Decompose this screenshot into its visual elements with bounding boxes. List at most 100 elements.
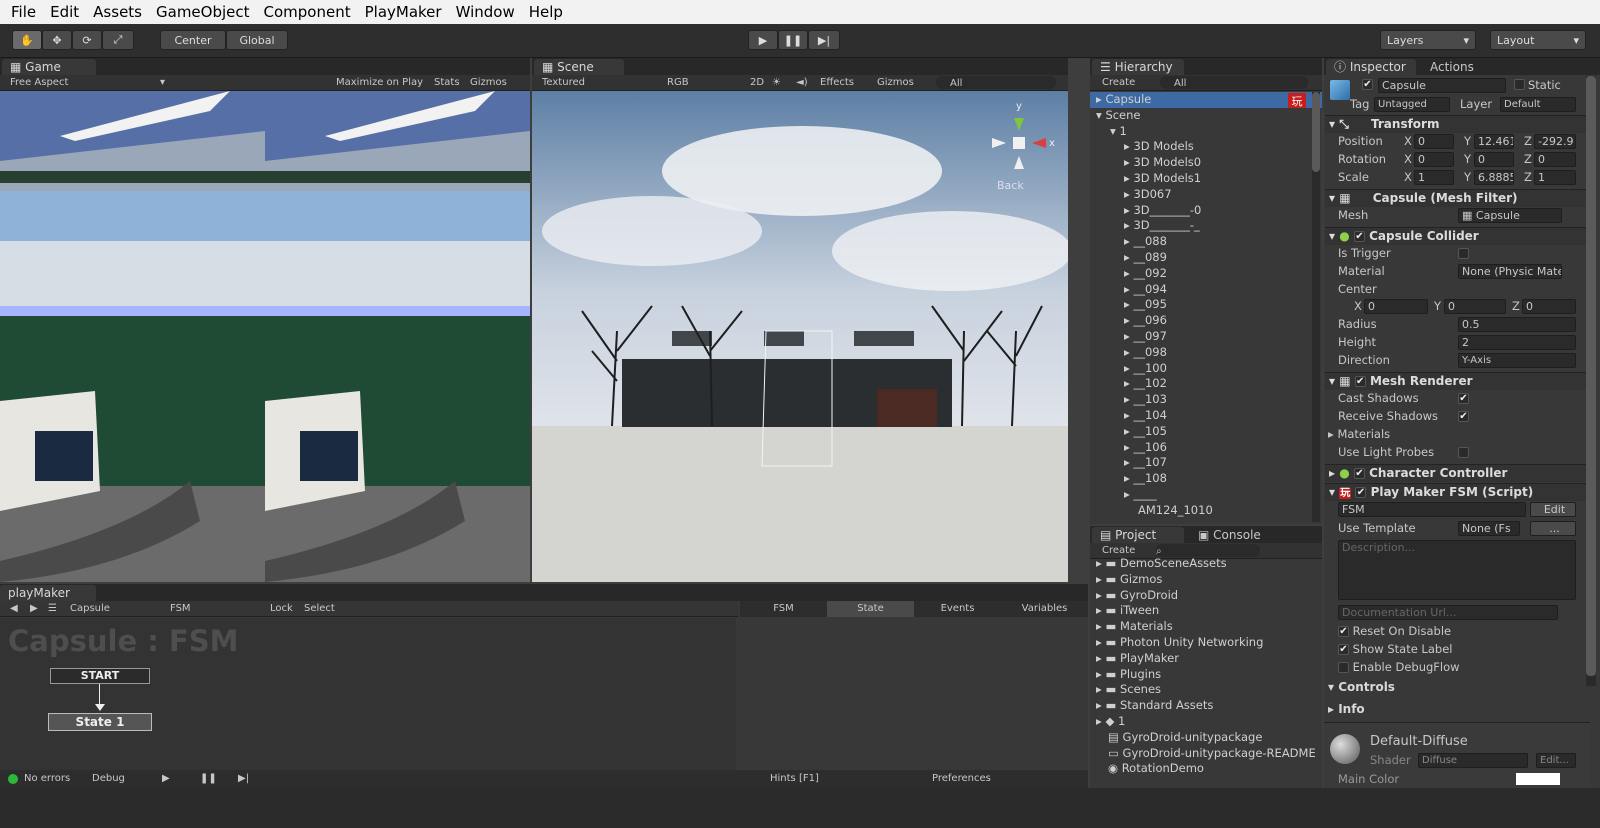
tab-fsm[interactable]: FSM — [740, 601, 827, 617]
rotate-tool-icon[interactable]: ⟳ — [72, 30, 102, 50]
layout-dropdown[interactable]: Layout ▾ — [1490, 30, 1586, 50]
tab-playmaker[interactable]: playMaker — [0, 585, 96, 601]
documentation-url-field[interactable]: Documentation Url... — [1338, 605, 1558, 620]
tab-game[interactable]: ▦ Game — [2, 59, 96, 75]
game-viewport[interactable] — [0, 91, 530, 582]
select-button[interactable]: Select — [304, 601, 335, 616]
menu-component[interactable]: Component — [264, 3, 351, 21]
project-folder[interactable]: ▸ ▬ GyroDroid — [1096, 588, 1316, 604]
info-foldout[interactable]: ▸ Info — [1328, 702, 1365, 716]
main-color-swatch[interactable] — [1516, 773, 1560, 785]
hierarchy-item[interactable]: ▸ 3D Models1 — [1096, 171, 1213, 187]
scale-y-field[interactable]: 6.8885 — [1474, 170, 1514, 185]
hierarchy-item[interactable]: AM124_1010 — [1096, 503, 1213, 519]
hierarchy-item[interactable]: ▸ __106 — [1096, 440, 1213, 456]
move-tool-icon[interactable]: ✥ — [42, 30, 72, 50]
scale-z-field[interactable]: 1 — [1534, 170, 1576, 185]
center-x-field[interactable]: 0 — [1364, 299, 1428, 314]
position-y-field[interactable]: 12.461 — [1474, 134, 1514, 149]
hierarchy-item[interactable]: ▸ 3D_______-0 — [1096, 203, 1213, 219]
renderer-header[interactable]: ▾ ▦ ✔ Mesh Renderer — [1325, 372, 1590, 390]
hierarchy-scrollbar[interactable] — [1312, 92, 1320, 522]
tab-scene[interactable]: ▦ Scene — [534, 59, 624, 75]
maximize-on-play-toggle[interactable]: Maximize on Play — [336, 75, 423, 90]
hierarchy-create-button[interactable]: Create — [1102, 75, 1135, 90]
hierarchy-item[interactable]: ▸ 3D Models0 — [1096, 155, 1213, 171]
hierarchy-search-input[interactable]: All — [1160, 76, 1308, 89]
hierarchy-item[interactable]: ▸ 3D_______-_ — [1096, 218, 1213, 234]
layer-dropdown[interactable]: Default — [1500, 97, 1576, 112]
description-field[interactable]: Description... — [1338, 540, 1576, 600]
project-item[interactable]: ▭ GyroDroid-unitypackage-README — [1096, 746, 1316, 762]
lock-toggle[interactable]: Lock — [270, 601, 293, 616]
menu-assets[interactable]: Assets — [93, 3, 142, 21]
scrollbar-thumb[interactable] — [1586, 76, 1596, 676]
errors-status[interactable]: No errors — [24, 770, 70, 788]
hierarchy-item[interactable]: ▸ __094 — [1096, 282, 1213, 298]
fsm-dropdown[interactable]: FSM — [170, 601, 191, 616]
hints-button[interactable]: Hints [F1] — [770, 770, 819, 788]
pivot-global-button[interactable]: Global — [226, 30, 288, 50]
project-folder[interactable]: ▸ ▬ Scenes — [1096, 682, 1316, 698]
transform-header[interactable]: ▾ ⤡ Transform — [1325, 115, 1590, 133]
scene-viewport[interactable]: y x Back — [532, 91, 1068, 582]
forward-arrow-icon[interactable]: ▶ — [30, 601, 38, 616]
tab-events[interactable]: Events — [914, 601, 1001, 617]
preferences-button[interactable]: Preferences — [932, 770, 991, 788]
mesh-field[interactable]: ▦ Capsule — [1458, 208, 1562, 223]
start-node[interactable]: START — [50, 668, 150, 684]
position-x-field[interactable]: 0 — [1414, 134, 1454, 149]
state1-node[interactable]: State 1 — [48, 713, 152, 731]
charctrl-header[interactable]: ▸ ● ✔ Character Controller — [1325, 464, 1590, 482]
lighting-icon[interactable]: ☀ — [772, 75, 781, 90]
play-icon[interactable]: ▶ — [748, 30, 778, 50]
tab-inspector[interactable]: ⓘ Inspector — [1326, 59, 1416, 75]
project-folder[interactable]: ▸ ▬ Gizmos — [1096, 572, 1316, 588]
hierarchy-item[interactable]: ▸ __088 — [1096, 234, 1213, 250]
hierarchy-item[interactable]: ▸ __103 — [1096, 392, 1213, 408]
gizmos-dropdown[interactable]: Gizmos — [877, 75, 914, 90]
controls-foldout[interactable]: ▾ Controls — [1328, 680, 1395, 694]
pause-icon[interactable]: ❚❚ — [200, 770, 217, 788]
hierarchy-item[interactable]: ▸ __100 — [1096, 361, 1213, 377]
hierarchy-item[interactable]: ▾ Scene — [1096, 108, 1213, 124]
radius-field[interactable]: 0.5 — [1458, 317, 1576, 332]
aspect-dropdown[interactable]: Free Aspect — [10, 75, 68, 90]
fsm-header[interactable]: ▾ 玩 ✔ Play Maker FSM (Script) — [1325, 483, 1590, 501]
shader-dropdown[interactable]: Diffuse — [1418, 753, 1528, 768]
tab-state[interactable]: State — [827, 601, 914, 617]
is-trigger-checkbox[interactable] — [1458, 248, 1469, 259]
shading-dropdown[interactable]: Textured — [542, 75, 585, 90]
project-folder[interactable]: ▸ ▬ DemoSceneAssets — [1096, 556, 1316, 572]
menu-window[interactable]: Window — [456, 3, 515, 21]
rgb-dropdown[interactable]: RGB — [667, 75, 689, 90]
hierarchy-item[interactable]: ▸ __104 — [1096, 408, 1213, 424]
materials-foldout[interactable]: ▸ Materials — [1328, 427, 1390, 441]
fsm-edit-button[interactable]: Edit — [1530, 502, 1576, 517]
hierarchy-item[interactable]: ▸ __095 — [1096, 297, 1213, 313]
meshfilter-header[interactable]: ▾ ▦ Capsule (Mesh Filter) — [1325, 189, 1590, 207]
scrollbar-thumb[interactable] — [1312, 92, 1320, 172]
stats-toggle[interactable]: Stats — [434, 75, 460, 90]
tab-hierarchy[interactable]: ☰ Hierarchy — [1092, 59, 1184, 75]
height-field[interactable]: 2 — [1458, 335, 1576, 350]
scale-tool-icon[interactable]: ⤢ — [102, 30, 134, 50]
play-icon[interactable]: ▶ — [162, 770, 170, 788]
center-z-field[interactable]: 0 — [1522, 299, 1576, 314]
reset-on-disable-row[interactable]: ✔ Reset On Disable — [1338, 624, 1451, 638]
hierarchy-item[interactable]: ▸ __097 — [1096, 329, 1213, 345]
project-item[interactable]: ◉ RotationDemo — [1096, 761, 1316, 777]
project-folder[interactable]: ▸ ▬ iTween — [1096, 603, 1316, 619]
static-checkbox[interactable] — [1514, 79, 1525, 90]
rotation-x-field[interactable]: 0 — [1414, 152, 1454, 167]
menu-playmaker[interactable]: PlayMaker — [365, 3, 442, 21]
receive-shadows-checkbox[interactable]: ✔ — [1458, 411, 1469, 422]
debug-dropdown[interactable]: Debug — [92, 770, 125, 788]
project-folder[interactable]: ▸ ▬ Standard Assets — [1096, 698, 1316, 714]
menu-file[interactable]: File — [11, 3, 36, 21]
step-icon[interactable]: ▶| — [238, 770, 249, 788]
audio-icon[interactable]: ◄) — [796, 75, 808, 90]
step-icon[interactable]: ▶| — [808, 30, 840, 50]
active-checkbox[interactable]: ✔ — [1362, 79, 1373, 90]
project-folder[interactable]: ▸ ▬ Materials — [1096, 619, 1316, 635]
